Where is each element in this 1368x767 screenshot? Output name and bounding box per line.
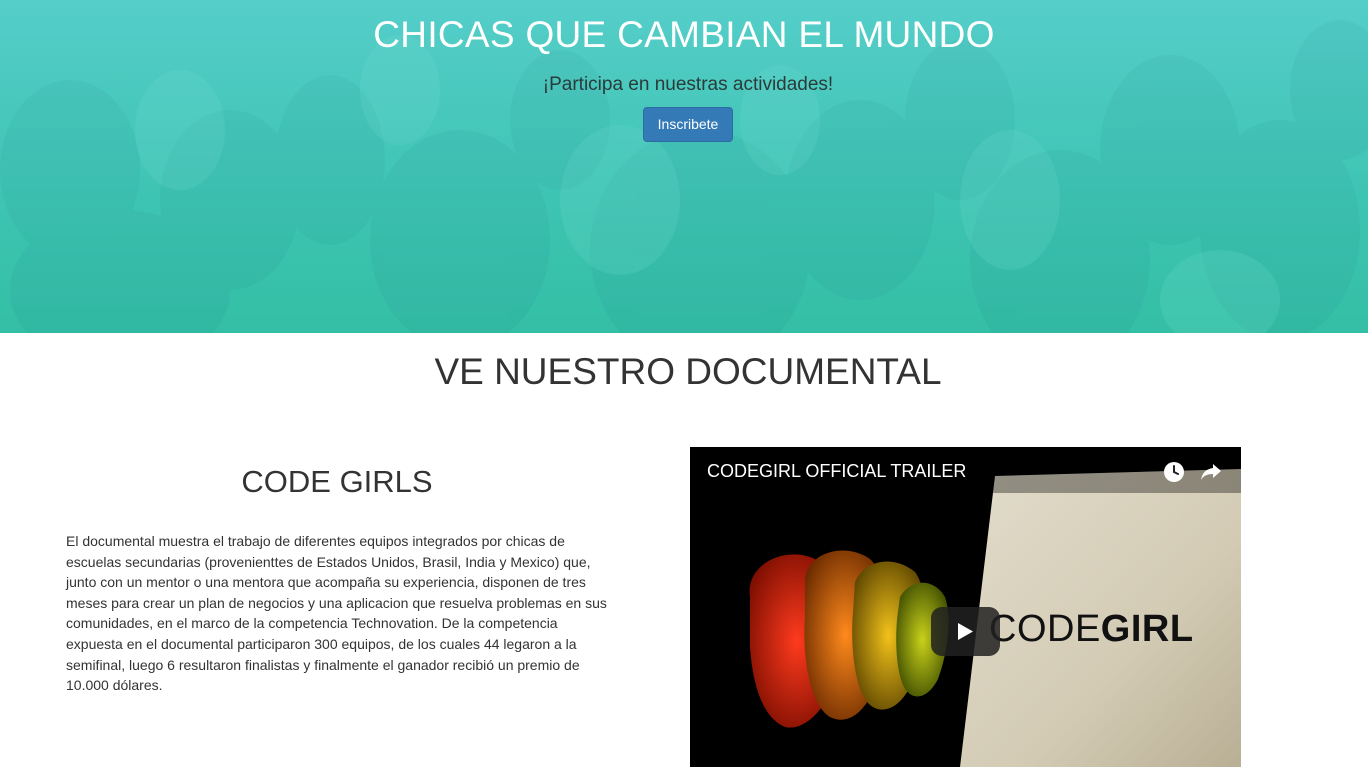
logo-code-text: CODE	[989, 608, 1101, 650]
video-title: CODEGIRL OFFICIAL TRAILER	[707, 461, 967, 481]
video-player[interactable]: CODEGIRL OFFICIAL TRAILER CODEGIRL	[690, 447, 1241, 767]
clock-icon[interactable]	[1163, 461, 1185, 483]
hero-banner: CHICAS QUE CAMBIAN EL MUNDO ¡Participa e…	[0, 0, 1368, 333]
hero-subtitle: ¡Participa en nuestras actividades!	[542, 74, 834, 95]
play-icon[interactable]	[931, 607, 1000, 656]
share-icon[interactable]	[1199, 461, 1223, 483]
signup-button[interactable]: Inscribete	[643, 107, 733, 142]
hero-title: CHICAS QUE CAMBIAN EL MUNDO	[373, 14, 995, 55]
codegirl-logo: CODEGIRL	[989, 608, 1194, 651]
logo-girl-text: GIRL	[1100, 608, 1194, 650]
article-title: CODE GIRLS	[241, 464, 433, 499]
article-body: El documental muestra el trabajo de dife…	[66, 533, 607, 694]
section-heading: VE NUESTRO DOCUMENTAL	[434, 351, 942, 392]
